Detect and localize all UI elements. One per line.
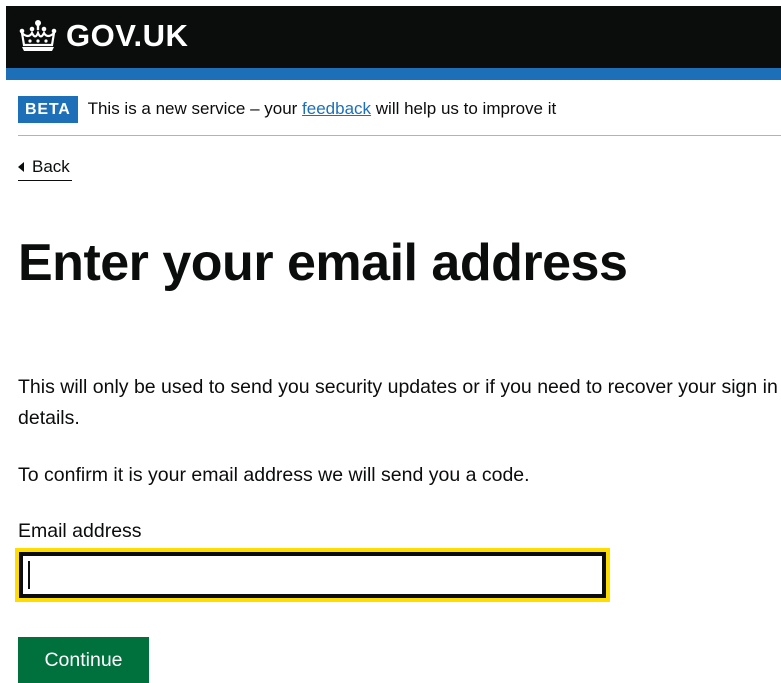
phase-text-after: will help us to improve it <box>371 99 557 118</box>
header-accent-bar <box>6 68 781 80</box>
site-header: GOV.UK <box>6 6 781 68</box>
back-link[interactable]: Back <box>18 154 72 181</box>
page-title: Enter your email address <box>18 234 628 292</box>
phase-banner-text: This is a new service – your feedback wi… <box>88 99 557 119</box>
feedback-link[interactable]: feedback <box>302 99 371 118</box>
phase-banner-divider <box>18 135 781 136</box>
continue-button[interactable]: Continue <box>18 637 149 683</box>
chevron-left-icon <box>18 162 24 172</box>
back-link-label: Back <box>32 157 70 176</box>
gov-uk-logo-text: GOV.UK <box>66 18 189 53</box>
crown-icon <box>18 19 58 53</box>
phase-banner: BETA This is a new service – your feedba… <box>18 94 781 124</box>
email-input[interactable] <box>19 552 606 598</box>
phase-text-before: This is a new service – your <box>87 99 303 118</box>
code-info-paragraph: To confirm it is your email address we w… <box>18 464 530 486</box>
text-caret <box>28 561 30 589</box>
beta-tag: BETA <box>18 95 78 123</box>
email-input-focus-ring <box>15 548 610 602</box>
intro-paragraph: This will only be used to send you secur… <box>18 376 778 429</box>
email-label: Email address <box>18 520 142 542</box>
header-logo-link[interactable]: GOV.UK <box>18 16 188 56</box>
